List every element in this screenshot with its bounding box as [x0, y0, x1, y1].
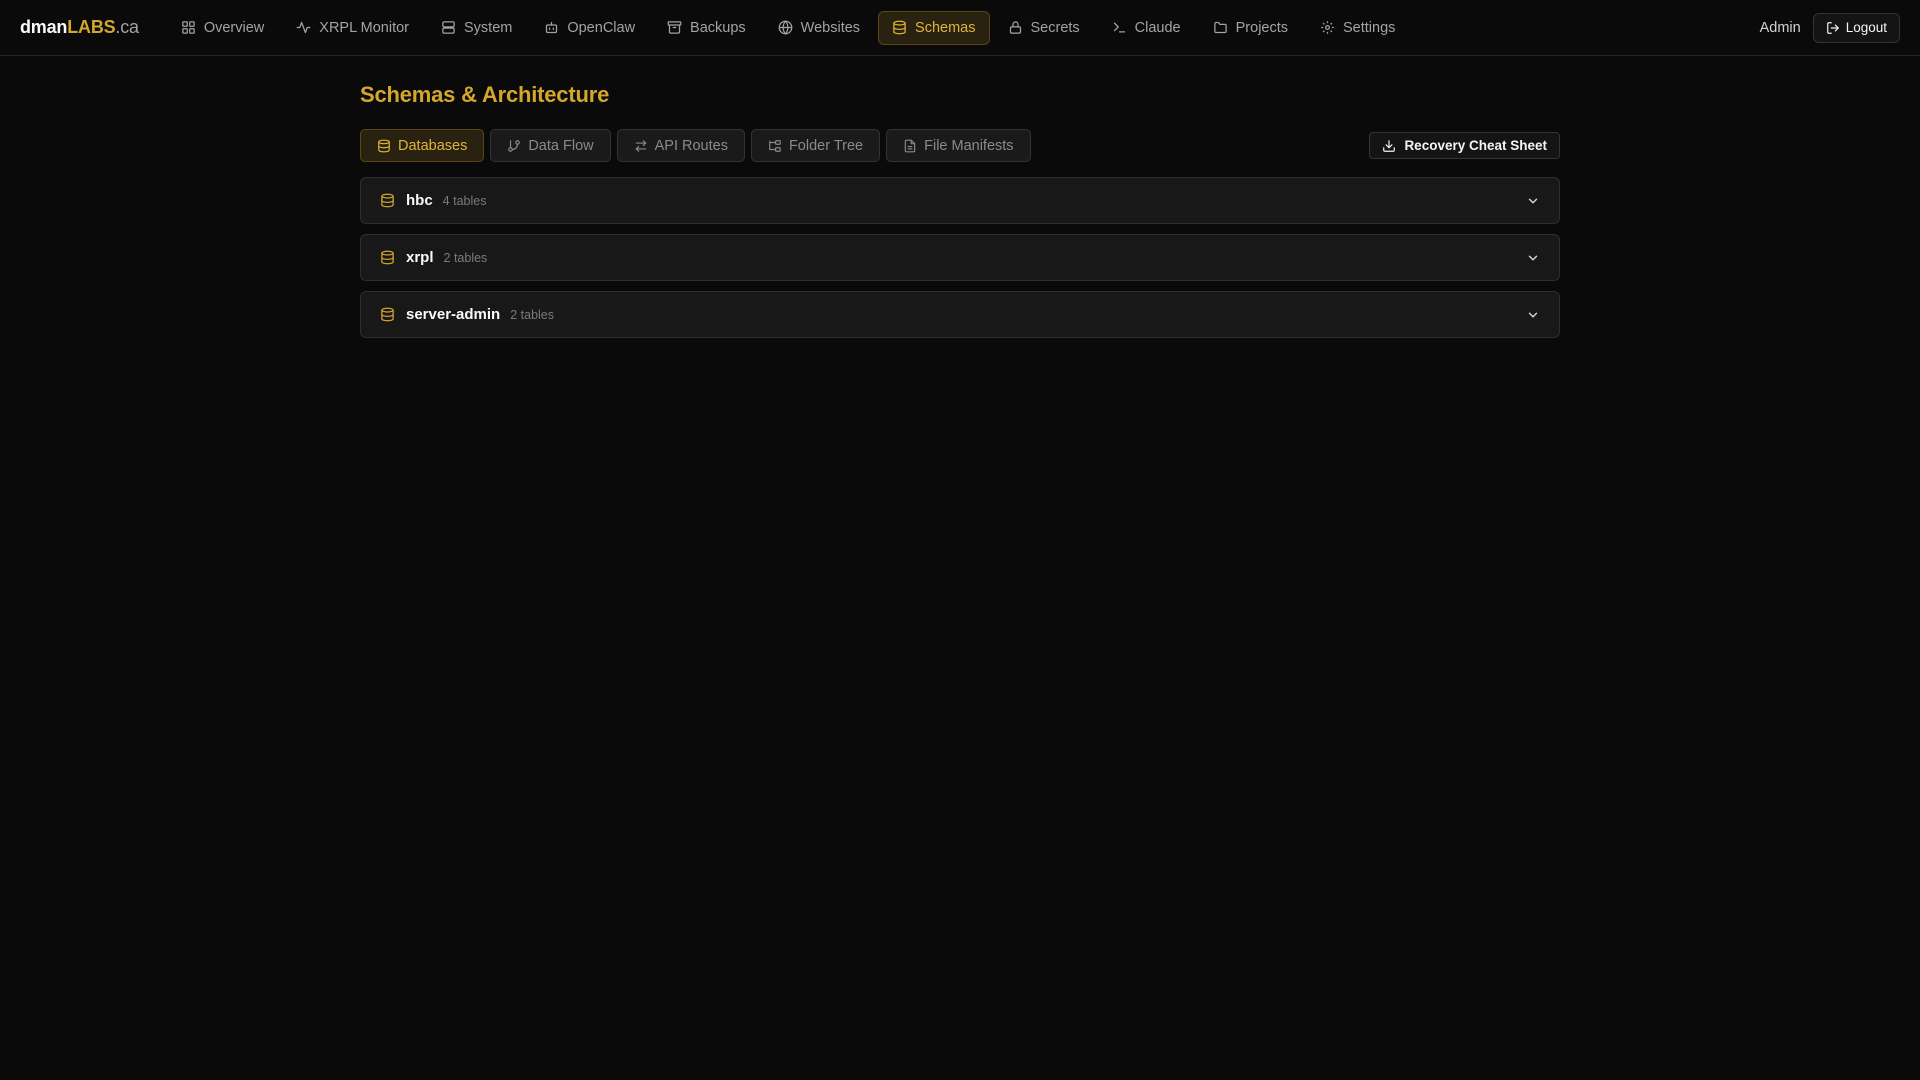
nav-item-projects[interactable]: Projects: [1199, 11, 1302, 45]
archive-icon: [667, 20, 682, 35]
database-icon: [380, 250, 395, 265]
top-nav: dmanLABS.ca Overview XRPL Monitor System…: [0, 0, 1920, 56]
main-content: Schemas & Architecture Databases Data Fl…: [360, 56, 1560, 338]
nav-item-label: XRPL Monitor: [319, 19, 409, 36]
recovery-cheat-sheet-button[interactable]: Recovery Cheat Sheet: [1369, 132, 1560, 159]
brand-logo[interactable]: dmanLABS.ca: [20, 17, 139, 38]
tab-bar: Databases Data Flow API Routes Folder Tr…: [360, 129, 1560, 162]
database-name: server-admin: [406, 306, 501, 323]
tab-file-manifests[interactable]: File Manifests: [886, 129, 1031, 162]
nav-item-schemas[interactable]: Schemas: [878, 10, 990, 45]
log-out-icon: [1826, 21, 1840, 35]
nav-item-label: Overview: [203, 19, 265, 36]
nav-item-label: System: [464, 19, 513, 36]
database-name: hbc: [406, 192, 433, 209]
tab-databases[interactable]: Databases: [360, 129, 485, 162]
nav-item-label: Claude: [1134, 19, 1181, 36]
logout-label: Logout: [1845, 20, 1887, 35]
nav-item-overview[interactable]: Overview: [167, 11, 278, 45]
tab-data-flow[interactable]: Data Flow: [490, 129, 611, 162]
recovery-label: Recovery Cheat Sheet: [1404, 138, 1547, 153]
git-branch-icon: [507, 139, 521, 153]
tab-folder-tree[interactable]: Folder Tree: [750, 129, 881, 162]
nav-item-websites[interactable]: Websites: [764, 11, 874, 45]
nav-item-backups[interactable]: Backups: [653, 11, 760, 45]
nav-item-settings[interactable]: Settings: [1306, 11, 1409, 45]
table-count: 2 tables: [443, 250, 488, 265]
database-card-hbc[interactable]: hbc 4 tables: [360, 177, 1560, 224]
server-icon: [441, 20, 456, 35]
nav-item-system[interactable]: System: [427, 11, 526, 45]
database-name: xrpl: [406, 249, 434, 266]
nav-item-label: Secrets: [1030, 19, 1080, 36]
user-label: Admin: [1759, 19, 1801, 36]
nav-item-label: Backups: [690, 19, 746, 36]
globe-icon: [778, 20, 793, 35]
bot-icon: [544, 20, 559, 35]
nav-item-claude[interactable]: Claude: [1098, 11, 1195, 45]
brand-part-3: .ca: [115, 17, 139, 37]
brand-part-2: LABS: [67, 17, 116, 37]
chevron-down-icon[interactable]: [1526, 308, 1540, 322]
chevron-down-icon[interactable]: [1526, 251, 1540, 265]
database-icon: [380, 307, 395, 322]
nav-item-label: OpenClaw: [567, 19, 636, 36]
chevron-down-icon[interactable]: [1526, 194, 1540, 208]
table-count: 4 tables: [442, 193, 487, 208]
activity-icon: [296, 20, 311, 35]
tab-label: Folder Tree: [788, 137, 864, 154]
database-card-xrpl[interactable]: xrpl 2 tables: [360, 234, 1560, 281]
nav-item-label: Settings: [1343, 19, 1396, 36]
folder-icon: [1213, 20, 1228, 35]
nav-item-label: Schemas: [915, 19, 976, 36]
logout-button[interactable]: Logout: [1812, 12, 1900, 43]
file-text-icon: [903, 139, 917, 153]
grid-icon: [181, 20, 196, 35]
folder-tree-icon: [768, 139, 782, 153]
tab-api-routes[interactable]: API Routes: [616, 129, 745, 162]
tab-label: Databases: [398, 137, 468, 154]
database-list: hbc 4 tables xrpl 2 tables server-admin …: [360, 177, 1560, 338]
terminal-icon: [1112, 20, 1127, 35]
nav-item-label: Websites: [800, 19, 861, 36]
tab-label: Data Flow: [528, 137, 594, 154]
main-nav: Overview XRPL Monitor System OpenClaw Ba…: [167, 10, 1410, 45]
nav-item-openclaw[interactable]: OpenClaw: [530, 11, 649, 45]
lock-icon: [1008, 20, 1023, 35]
nav-item-secrets[interactable]: Secrets: [994, 11, 1094, 45]
nav-item-label: Projects: [1235, 19, 1289, 36]
nav-item-xrpl-monitor[interactable]: XRPL Monitor: [282, 11, 423, 45]
database-icon: [892, 20, 907, 35]
database-icon: [377, 139, 391, 153]
gear-icon: [1320, 20, 1335, 35]
nav-user-area: Admin Logout: [1759, 12, 1900, 43]
database-icon: [380, 193, 395, 208]
page-title: Schemas & Architecture: [360, 82, 610, 107]
schema-tabs: Databases Data Flow API Routes Folder Tr…: [360, 129, 1031, 162]
tab-label: File Manifests: [924, 137, 1014, 154]
table-count: 2 tables: [510, 307, 554, 322]
brand-part-1: dman: [20, 17, 68, 37]
route-icon: [634, 139, 648, 153]
download-icon: [1382, 139, 1396, 153]
database-card-server-admin[interactable]: server-admin 2 tables: [360, 291, 1560, 338]
tab-label: API Routes: [654, 137, 728, 154]
